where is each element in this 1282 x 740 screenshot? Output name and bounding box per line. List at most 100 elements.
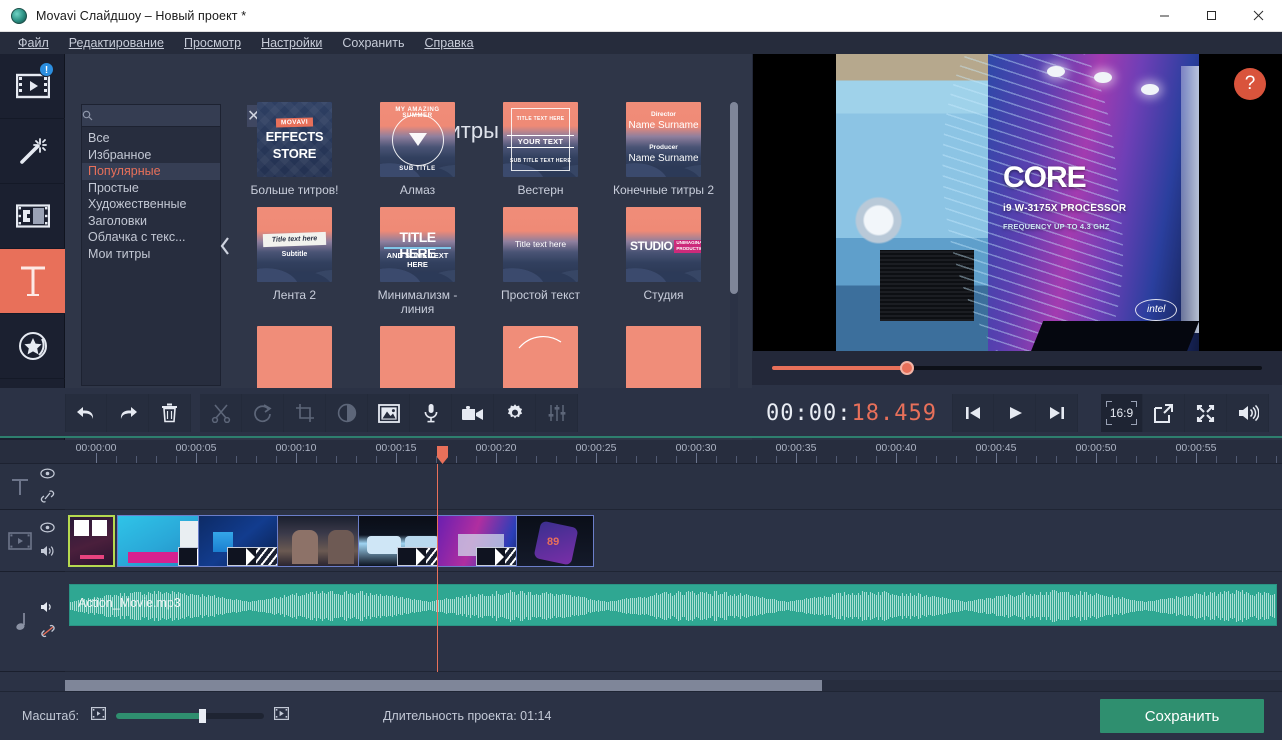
minimize-button[interactable] (1141, 0, 1188, 32)
unlink-icon[interactable] (40, 624, 56, 643)
maximize-button[interactable] (1188, 0, 1235, 32)
category-item-favorites[interactable]: Избранное (82, 147, 220, 164)
delete-button[interactable] (149, 394, 191, 432)
title-thumbnail: Title text here Subtitle (257, 207, 332, 282)
ruler-tick (396, 453, 397, 463)
titles-tab[interactable] (0, 249, 65, 314)
speaker-icon[interactable] (40, 544, 56, 562)
audio-track-header[interactable] (0, 572, 65, 672)
category-item-my-titles[interactable]: Мои титры (82, 246, 220, 263)
category-item-headings[interactable]: Заголовки (82, 213, 220, 230)
save-button[interactable]: Сохранить (1100, 699, 1264, 733)
title-card-studio[interactable]: STUDIO UNIMAGINABLE PRODUCTIONS Студия (609, 207, 718, 316)
stickers-tab[interactable] (0, 314, 65, 379)
title-card-store[interactable]: MOVAVI EFFECTS STORE Больше титров! (240, 102, 349, 197)
fullscreen-button[interactable] (1185, 394, 1227, 432)
table-row[interactable] (68, 515, 115, 567)
browser-scrollbar[interactable] (730, 102, 738, 436)
menu-edit[interactable]: Редактирование (59, 34, 174, 52)
equalizer-button[interactable] (536, 394, 578, 432)
browser-scrollbar-thumb[interactable] (730, 102, 738, 294)
ruler-tick-minor (976, 456, 977, 463)
video-preview[interactable]: CORE i9 W-3175X PROCESSOR FREQUENCY UP T… (753, 54, 1282, 351)
film-icon (0, 531, 40, 550)
title-card-simple-text[interactable]: Title text here Простой текст (486, 207, 595, 316)
preview-seek-bar[interactable] (752, 351, 1282, 385)
titles-track-lane[interactable] (65, 464, 1282, 510)
timeline-tracks[interactable]: 89 Action_Movie.mp3 (65, 464, 1282, 672)
chevron-left-icon[interactable] (217, 226, 233, 266)
audio-track-lane[interactable]: Action_Movie.mp3 (65, 572, 1282, 672)
titles-track-header[interactable] (0, 464, 65, 510)
speaker-icon[interactable] (40, 600, 56, 618)
record-audio-button[interactable] (410, 394, 452, 432)
track-headers (0, 464, 65, 672)
ruler-tick-minor (436, 456, 437, 463)
detach-preview-button[interactable] (1143, 394, 1185, 432)
table-row[interactable] (277, 515, 371, 567)
menu-view[interactable]: Просмотр (174, 34, 251, 52)
video-track-lane[interactable]: 89 (65, 510, 1282, 572)
redo-button[interactable] (107, 394, 149, 432)
ruler-tick-minor (636, 456, 637, 463)
rotate-button[interactable] (242, 394, 284, 432)
title-card-minimal-line[interactable]: TITLE HERE AND SOME TEXT HERE Минимализм… (363, 207, 472, 316)
search-input[interactable] (93, 109, 247, 122)
ruler-tick-minor (1016, 456, 1017, 463)
category-item-artistic[interactable]: Художественные (82, 196, 220, 213)
gear-button[interactable] (494, 394, 536, 432)
menu-help[interactable]: Справка (414, 34, 483, 52)
volume-button[interactable] (1227, 394, 1269, 432)
title-card-ribbon2[interactable]: Title text here Subtitle Лента 2 (240, 207, 349, 316)
zoom-slider[interactable] (115, 709, 264, 723)
transitions-tab[interactable] (0, 184, 65, 249)
timecode-prefix: 00:00: (766, 400, 852, 426)
image-button[interactable] (368, 394, 410, 432)
crop-button[interactable] (284, 394, 326, 432)
timeline-scrollbar-thumb[interactable] (65, 680, 822, 691)
seek-track[interactable] (772, 361, 1262, 375)
table-row[interactable]: 89 (516, 515, 594, 567)
category-item-simple[interactable]: Простые (82, 180, 220, 197)
eye-icon[interactable] (40, 466, 55, 484)
seek-handle[interactable] (899, 361, 914, 375)
zoom-out-film-icon[interactable] (90, 707, 106, 725)
menu-settings[interactable]: Настройки (251, 34, 332, 52)
minimal-sub-text: AND SOME TEXT HERE (386, 251, 449, 269)
title-card-end-credits[interactable]: Director Name Surname Producer Name Surn… (609, 102, 718, 197)
video-track-header[interactable] (0, 510, 65, 572)
audio-clip[interactable]: Action_Movie.mp3 (69, 584, 1277, 626)
title-card-western[interactable]: TITLE TEXT HERE YOUR TEXT SUB TITLE TEXT… (486, 102, 595, 197)
title-card-label: Студия (643, 288, 684, 302)
menu-save[interactable]: Сохранить (332, 34, 414, 52)
color-adjust-button[interactable] (326, 394, 368, 432)
title-card-diamond[interactable]: MY AMAZING SUMMER SUB TITLE Алмаз (363, 102, 472, 197)
zoom-in-film-icon[interactable] (273, 707, 289, 725)
category-item-all[interactable]: Все (82, 130, 220, 147)
eye-icon[interactable] (40, 520, 56, 538)
previous-frame-button[interactable] (952, 394, 994, 432)
aspect-ratio-button[interactable]: 16:9 (1101, 394, 1143, 432)
zoom-slider-handle[interactable] (198, 709, 206, 723)
close-button[interactable] (1235, 0, 1282, 32)
playhead[interactable] (437, 464, 438, 672)
category-item-popular[interactable]: Популярные (82, 163, 220, 180)
table-row[interactable] (198, 515, 280, 567)
filters-tab[interactable] (0, 119, 65, 184)
menu-file[interactable]: Файл (8, 34, 59, 52)
timeline-scrollbar[interactable] (65, 680, 1282, 691)
link-icon[interactable] (40, 489, 55, 508)
ruler-tick-minor (1136, 456, 1137, 463)
ruler-tick-minor (556, 456, 557, 463)
playhead-handle[interactable] (437, 446, 448, 464)
timeline-ruler[interactable]: 00:00:00 00:00:05 00:00:10 00:00:15 00:00:20… (0, 440, 1282, 464)
undo-button[interactable] (65, 394, 107, 432)
ruler-tick-minor (736, 456, 737, 463)
record-video-button[interactable] (452, 394, 494, 432)
category-item-callouts[interactable]: Облачка с текс... (82, 229, 220, 246)
help-button[interactable]: ? (1234, 68, 1266, 100)
split-button[interactable] (200, 394, 242, 432)
next-frame-button[interactable] (1036, 394, 1078, 432)
play-button[interactable] (994, 394, 1036, 432)
import-tab[interactable]: ! (0, 54, 65, 119)
